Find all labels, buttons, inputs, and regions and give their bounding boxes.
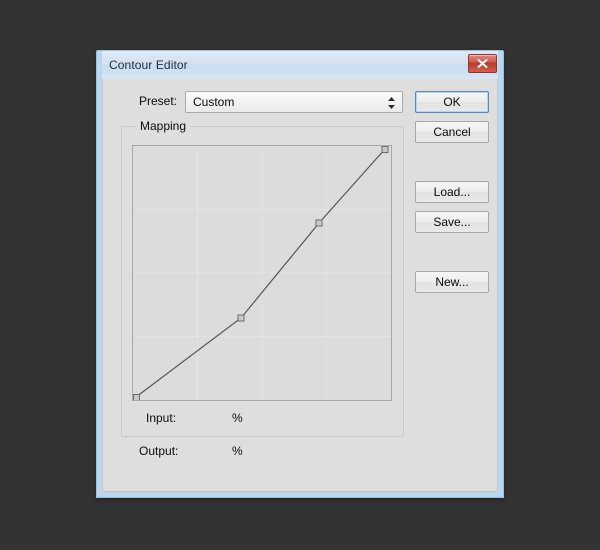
mapping-legend: Mapping [135, 119, 191, 133]
close-button[interactable] [468, 54, 497, 73]
dialog-client-area: Preset: Custom Mapping [102, 79, 498, 492]
spinner-up-down-icon[interactable] [387, 96, 396, 110]
cancel-button[interactable]: Cancel [415, 121, 489, 143]
window-title: Contour Editor [109, 58, 188, 72]
new-button[interactable]: New... [415, 271, 489, 293]
output-label: Output: [139, 444, 178, 458]
output-value[interactable]: % [232, 444, 243, 458]
curve-svg [133, 146, 391, 400]
ok-button[interactable]: OK [415, 91, 489, 113]
close-x-icon [477, 59, 488, 68]
preset-label: Preset: [139, 94, 177, 108]
preset-dropdown[interactable]: Custom [185, 91, 403, 113]
mapping-group-box: Mapping [121, 126, 404, 437]
title-bar[interactable]: Contour Editor [102, 51, 498, 79]
input-value[interactable]: % [232, 411, 243, 425]
preset-selected-value: Custom [193, 95, 234, 109]
contour-editor-dialog: Contour Editor Preset: Custom [96, 50, 504, 498]
load-button[interactable]: Load... [415, 181, 489, 203]
input-label: Input: [146, 411, 176, 425]
contour-curve-graph[interactable] [132, 145, 392, 401]
save-button[interactable]: Save... [415, 211, 489, 233]
